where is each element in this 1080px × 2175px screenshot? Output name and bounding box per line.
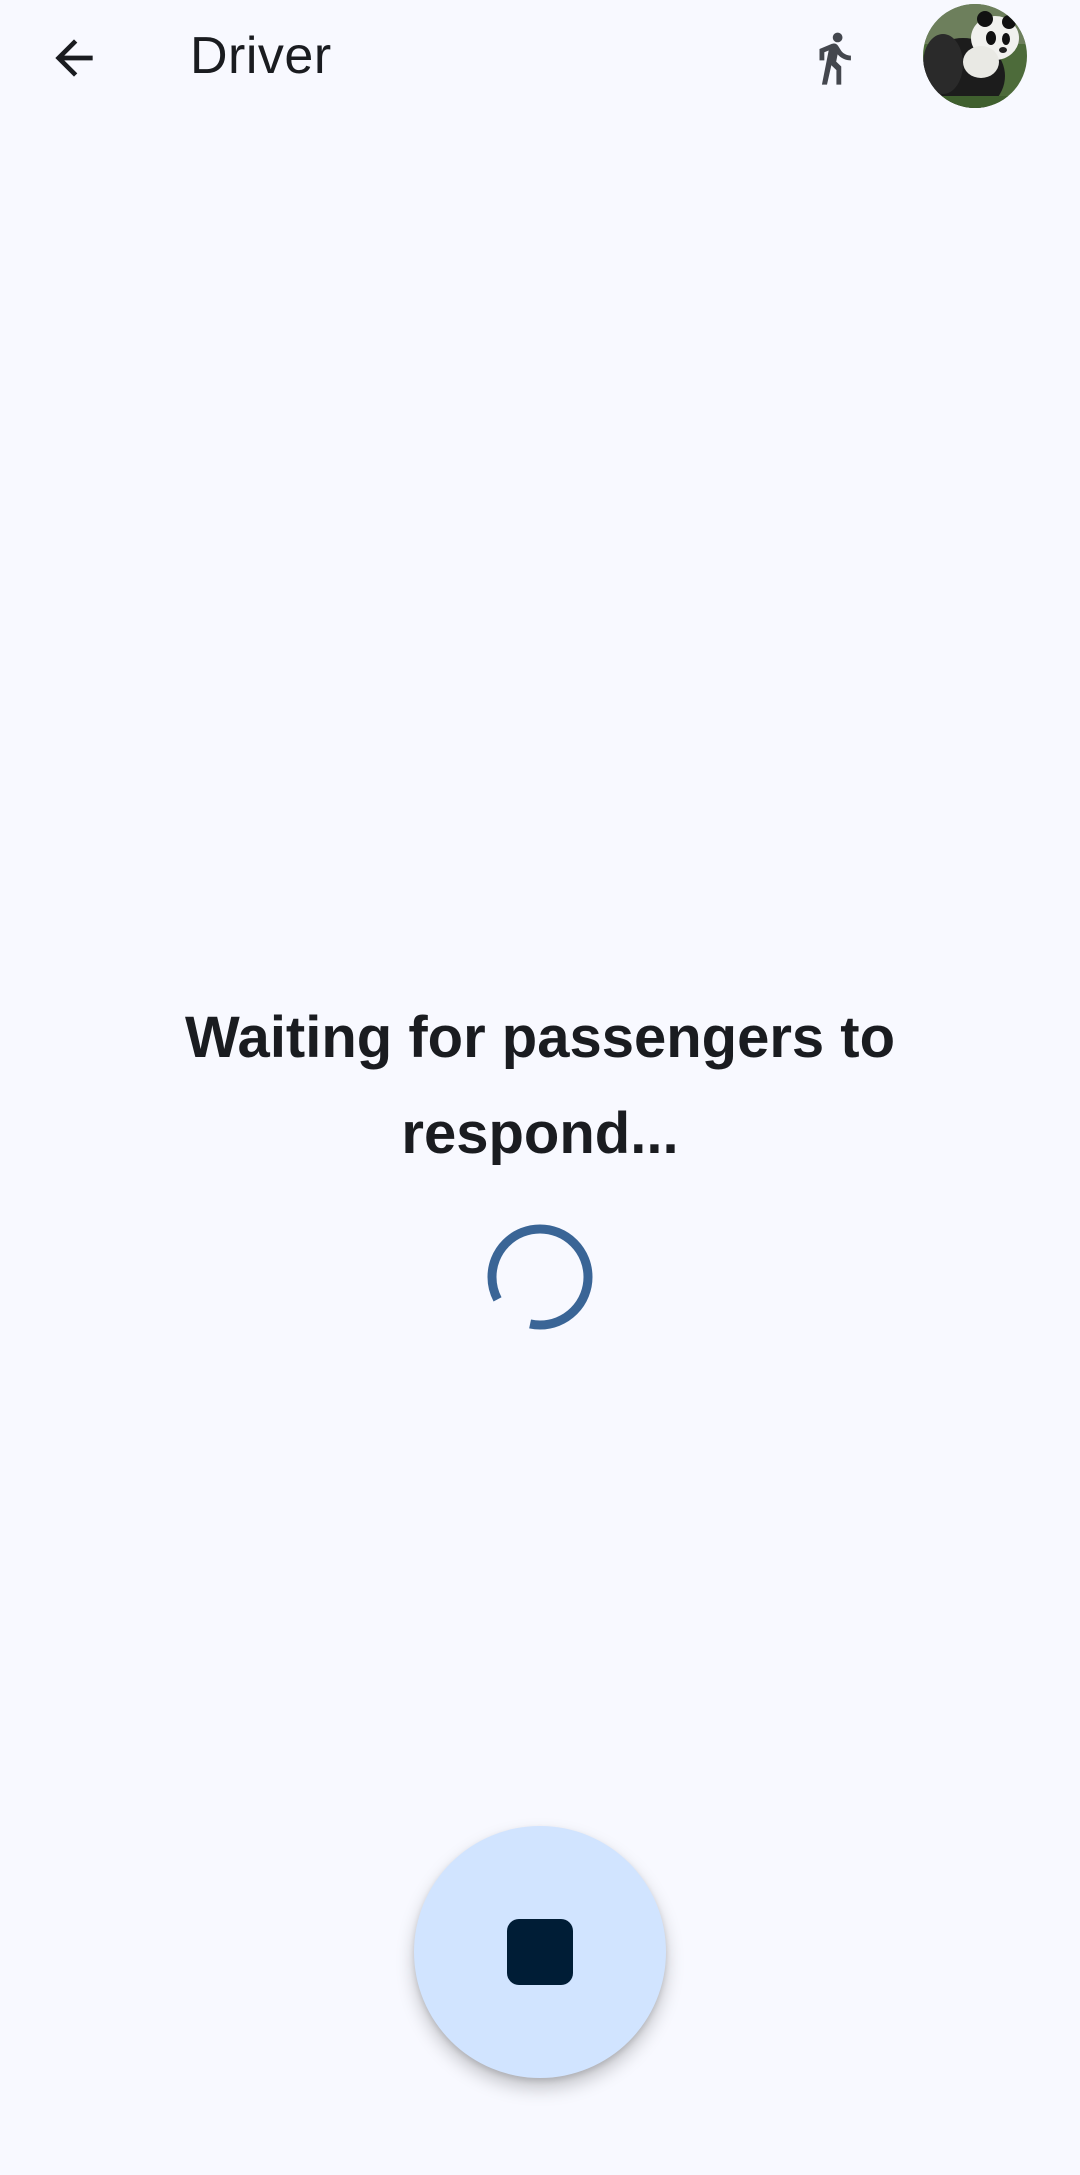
page-title: Driver — [190, 27, 332, 85]
stop-button[interactable] — [414, 1826, 666, 2078]
walking-mode-button[interactable] — [794, 18, 874, 98]
progress-spinner — [487, 1224, 593, 1330]
waiting-status-text: Waiting for passengers to respond... — [184, 1005, 896, 1166]
back-button[interactable] — [34, 18, 114, 98]
walking-person-icon — [819, 32, 851, 85]
top-app-bar: Driver — [0, 0, 1080, 112]
driver-screen: Driver Waiting for passengers to respond… — [0, 0, 1080, 2175]
arrow-left-icon — [55, 39, 93, 77]
avatar[interactable] — [923, 4, 1027, 108]
status-block: Waiting for passengers to respond... — [90, 990, 990, 1182]
panda-avatar-image — [923, 4, 1027, 108]
stop-icon — [507, 1919, 573, 1985]
